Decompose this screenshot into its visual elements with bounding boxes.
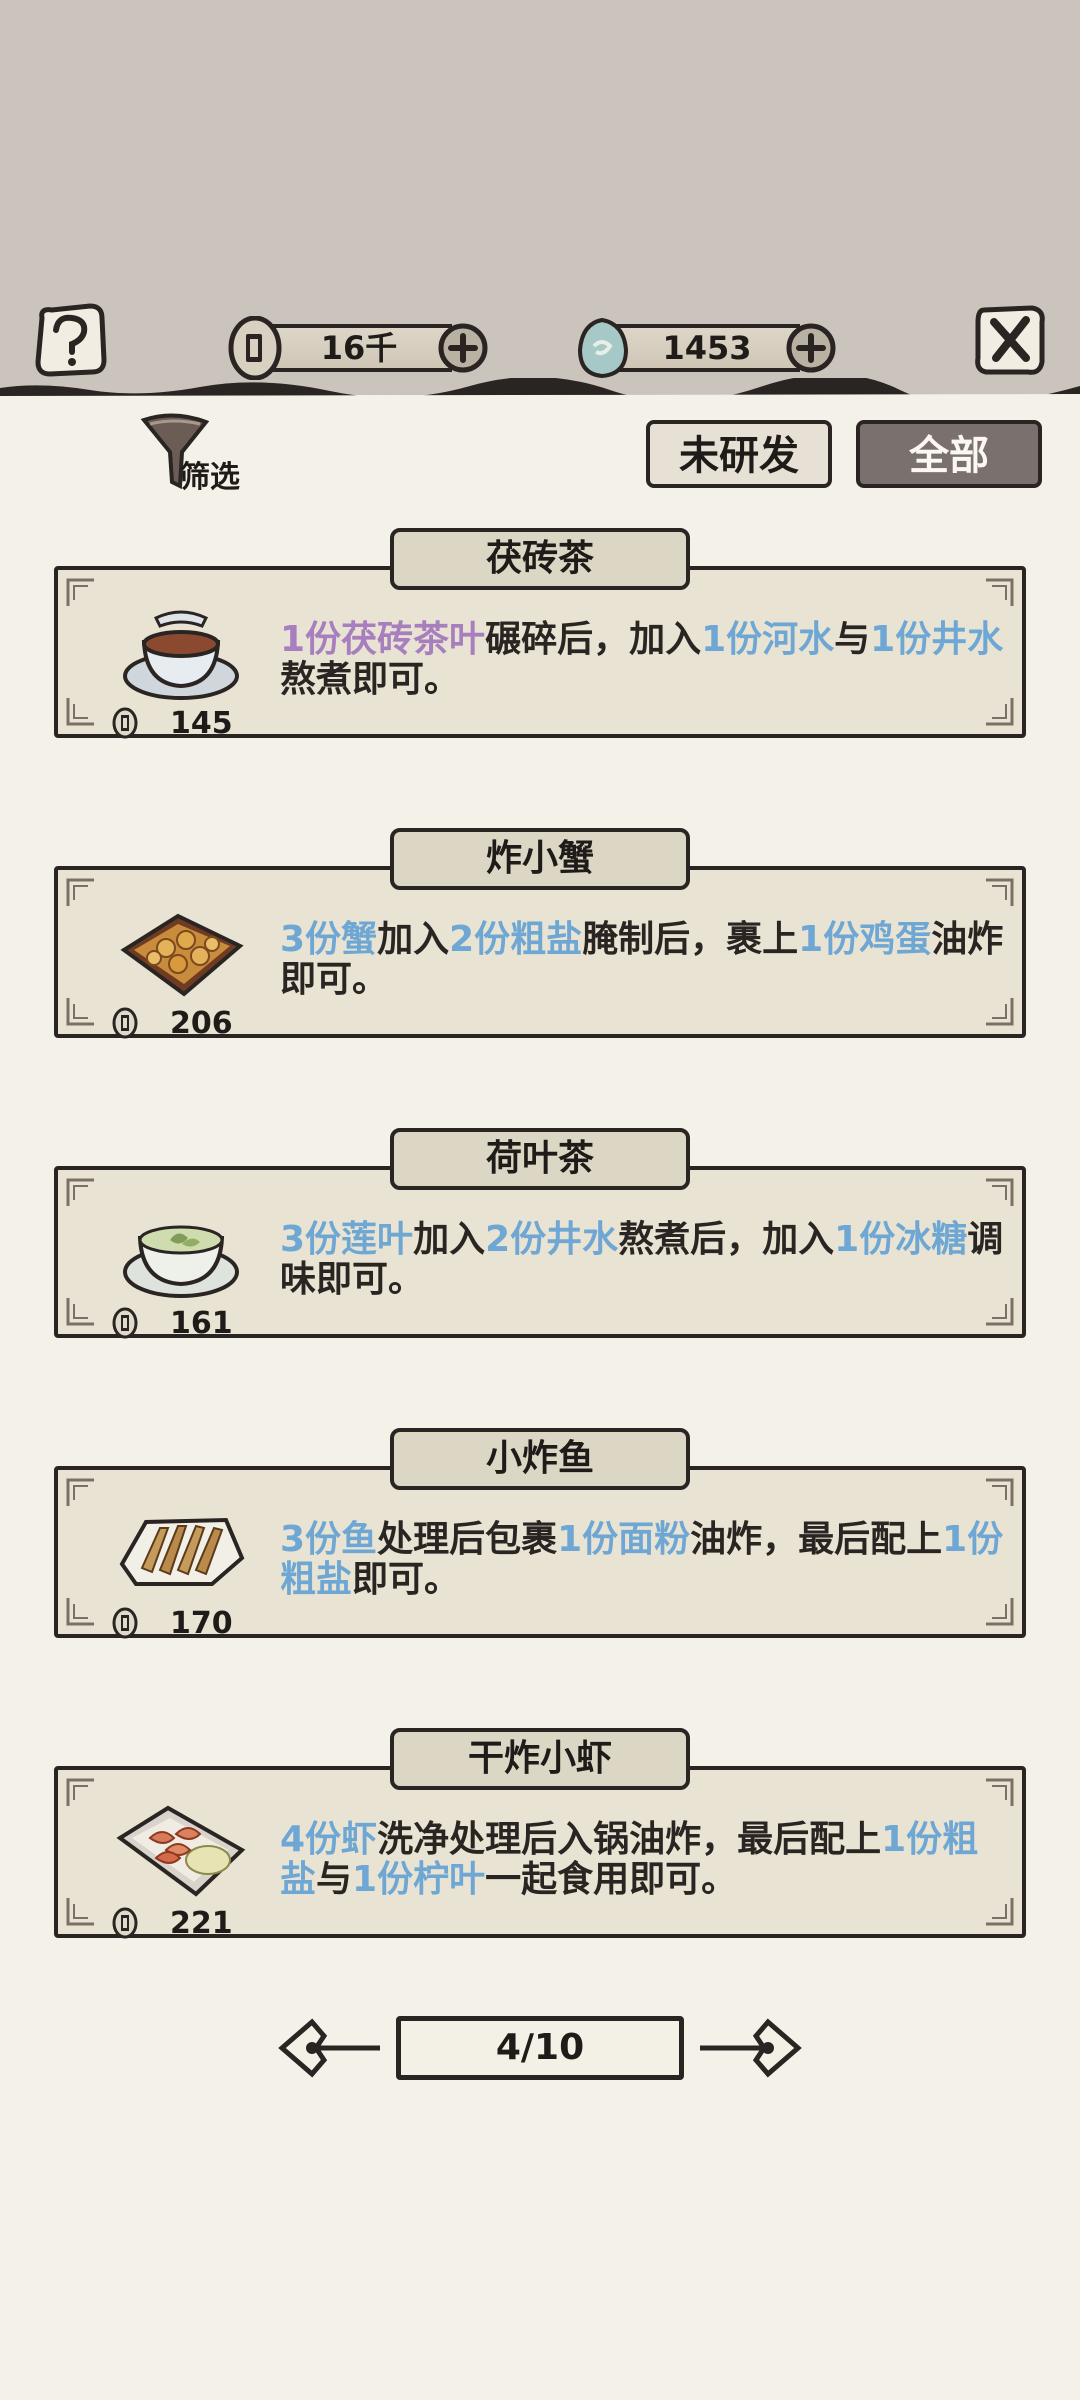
ingredient-highlight: 1份冰糖 xyxy=(834,1219,968,1260)
copper-coin-icon xyxy=(112,1607,138,1639)
top-bar-background xyxy=(0,0,1080,395)
previous-page-button[interactable] xyxy=(276,2016,386,2080)
recipe-price: 206 xyxy=(170,1006,233,1041)
recipe-description: 3份蟹加入2份粗盐腌制后，裹上1份鸡蛋油炸即可。 xyxy=(280,919,1004,1000)
fried-shrimp-plate-icon xyxy=(116,1805,246,1897)
copper-coin-icon xyxy=(112,707,138,739)
corner-ornament xyxy=(986,1298,1014,1326)
coin-amount: 16千 xyxy=(320,329,398,367)
ingredient-highlight: 1份面粉 xyxy=(557,1519,691,1560)
jade-counter: 1453 xyxy=(574,316,840,380)
recipe-card[interactable]: 荷叶茶 161 3份莲叶加入2份井水熬煮后，加入1份冰糖调味即可。 xyxy=(54,1128,1026,1341)
recipe-name: 炸小蟹 xyxy=(390,828,690,890)
corner-ornament xyxy=(66,998,94,1026)
recipe-name: 荷叶茶 xyxy=(390,1128,690,1190)
corner-ornament xyxy=(986,998,1014,1026)
close-button[interactable] xyxy=(970,300,1050,380)
recipe-price: 221 xyxy=(170,1906,233,1941)
ingredient-highlight: 1份井水 xyxy=(870,619,1004,660)
corner-ornament xyxy=(986,878,1014,906)
ingredient-highlight: 1份河水 xyxy=(701,619,835,660)
ingredient-highlight: 2份井水 xyxy=(485,1219,619,1260)
corner-ornament xyxy=(66,698,94,726)
ingredient-highlight: 3份鱼 xyxy=(280,1519,378,1560)
recipe-name: 干炸小虾 xyxy=(390,1728,690,1790)
tab-all[interactable]: 全部 xyxy=(856,420,1042,488)
recipe-card[interactable]: 干炸小虾 221 4份虾洗净处理后入锅油炸，最后配上1份粗盐与1份柠叶一起食用即可。 xyxy=(54,1728,1026,1941)
lotus-tea-bowl-icon xyxy=(123,1225,239,1298)
corner-ornament xyxy=(66,1178,94,1206)
corner-ornament xyxy=(986,578,1014,606)
recipe-price: 161 xyxy=(170,1306,233,1341)
jade-stone-icon xyxy=(577,317,629,379)
recipe-price: 145 xyxy=(170,706,233,741)
ingredient-highlight: 1份茯砖茶叶 xyxy=(280,619,486,660)
fried-crab-box-icon xyxy=(120,913,244,997)
fried-fish-plate-icon xyxy=(119,1517,245,1586)
recipe-card[interactable]: 茯砖茶 145 1份茯砖茶叶碾碎后，加入1份河水与1份井水熬煮即可。 xyxy=(54,528,1026,741)
corner-ornament xyxy=(66,1298,94,1326)
filter-label: 筛选 xyxy=(180,460,240,495)
corner-ornament xyxy=(986,1598,1014,1626)
corner-ornament xyxy=(986,698,1014,726)
ingredient-highlight: 4份虾 xyxy=(280,1819,378,1860)
brush-edge-divider xyxy=(0,378,1080,402)
recipe-name: 小炸鱼 xyxy=(390,1428,690,1490)
recipe-description: 1份茯砖茶叶碾碎后，加入1份河水与1份井水熬煮即可。 xyxy=(280,619,1004,700)
corner-ornament xyxy=(66,1478,94,1506)
ingredient-highlight: 1份柠叶 xyxy=(352,1859,486,1900)
copper-coin-icon xyxy=(112,1907,138,1939)
corner-ornament xyxy=(66,1778,94,1806)
recipe-price: 170 xyxy=(170,1606,233,1641)
recipe-card[interactable]: 小炸鱼 170 3份鱼处理后包裹1份面粉油炸，最后配上1份粗盐即可。 xyxy=(54,1428,1026,1641)
recipe-card[interactable]: 炸小蟹 206 3份蟹加入2份粗盐腌制后，裹上1份鸡蛋油炸即可。 xyxy=(54,828,1026,1041)
ingredient-highlight: 3份蟹 xyxy=(280,919,378,960)
corner-ornament xyxy=(66,878,94,906)
help-button[interactable] xyxy=(30,300,110,380)
ingredient-highlight: 2份粗盐 xyxy=(449,919,583,960)
ingredient-highlight: 1份鸡蛋 xyxy=(798,919,932,960)
recipe-description: 3份莲叶加入2份井水熬煮后，加入1份冰糖调味即可。 xyxy=(280,1219,1004,1300)
corner-ornament xyxy=(66,578,94,606)
filter-button[interactable]: 筛选 xyxy=(140,412,280,495)
corner-ornament xyxy=(66,1598,94,1626)
corner-ornament xyxy=(986,1478,1014,1506)
corner-ornament xyxy=(66,1898,94,1926)
jade-amount: 1453 xyxy=(662,329,752,367)
page-indicator: 4/10 xyxy=(396,2016,684,2080)
corner-ornament xyxy=(986,1778,1014,1806)
coin-counter: 16千 xyxy=(226,316,492,380)
add-coins-button[interactable] xyxy=(434,316,492,380)
add-jade-button[interactable] xyxy=(782,316,840,380)
next-page-button[interactable] xyxy=(694,2016,804,2080)
recipe-description: 4份虾洗净处理后入锅油炸，最后配上1份粗盐与1份柠叶一起食用即可。 xyxy=(280,1819,979,1900)
tab-unresearched[interactable]: 未研发 xyxy=(646,420,832,488)
ingredient-highlight: 3份莲叶 xyxy=(280,1219,414,1260)
recipe-name: 茯砖茶 xyxy=(390,528,690,590)
tea-cup-dish-icon xyxy=(123,610,239,700)
copper-coin-icon xyxy=(112,1007,138,1039)
copper-coin-icon xyxy=(112,1307,138,1339)
corner-ornament xyxy=(986,1178,1014,1206)
recipe-description: 3份鱼处理后包裹1份面粉油炸，最后配上1份粗盐即可。 xyxy=(280,1519,1004,1600)
corner-ornament xyxy=(986,1898,1014,1926)
copper-coin-icon xyxy=(228,316,282,380)
question-mark-icon xyxy=(35,303,107,377)
close-icon xyxy=(975,305,1045,375)
